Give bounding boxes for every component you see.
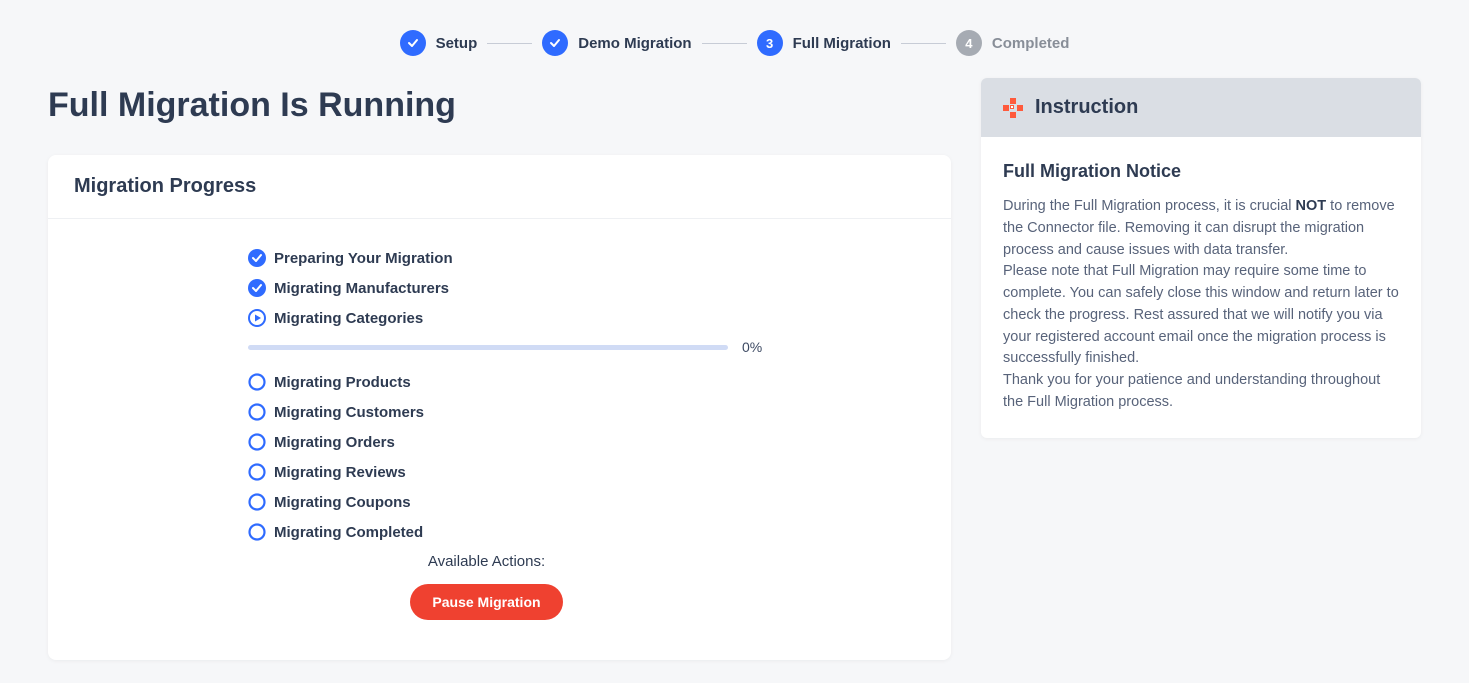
connector <box>901 43 946 44</box>
circle-outline-icon <box>248 523 266 541</box>
task-orders: Migrating Orders <box>248 433 925 451</box>
progress-percent: 0% <box>742 339 762 355</box>
step-number-icon: 4 <box>956 30 982 56</box>
instruction-p2: Please note that Full Migration may requ… <box>1003 263 1399 366</box>
task-label: Migrating Reviews <box>274 464 406 481</box>
step-label: Full Migration <box>793 35 891 52</box>
play-circle-icon <box>248 309 266 327</box>
sidebar: Instruction Full Migration Notice During… <box>981 76 1421 438</box>
progress-track <box>248 345 728 350</box>
task-label: Migrating Categories <box>274 310 423 327</box>
step-setup[interactable]: Setup <box>400 30 478 56</box>
pause-migration-button[interactable]: Pause Migration <box>410 584 562 620</box>
task-label: Migrating Products <box>274 374 411 391</box>
instruction-subheading: Full Migration Notice <box>1003 161 1399 182</box>
instruction-p1a: During the Full Migration process, it is… <box>1003 198 1296 214</box>
check-icon <box>400 30 426 56</box>
instruction-text: During the Full Migration process, it is… <box>1003 196 1399 414</box>
instruction-p3: Thank you for your patience and understa… <box>1003 372 1380 410</box>
circle-outline-icon <box>248 463 266 481</box>
task-label: Migrating Orders <box>274 434 395 451</box>
connector <box>487 43 532 44</box>
task-preparing: Preparing Your Migration <box>248 249 925 267</box>
step-label: Setup <box>436 35 478 52</box>
instruction-header: Instruction <box>981 78 1421 137</box>
instruction-not: NOT <box>1296 198 1327 214</box>
task-label: Migrating Manufacturers <box>274 280 449 297</box>
task-label: Preparing Your Migration <box>274 250 453 267</box>
migration-progress-card: Migration Progress Preparing Your Migrat… <box>48 155 951 660</box>
circle-outline-icon <box>248 433 266 451</box>
check-filled-icon <box>248 279 266 297</box>
card-title: Migration Progress <box>48 155 951 219</box>
connector <box>702 43 747 44</box>
available-actions: Available Actions: Pause Migration <box>248 553 925 620</box>
actions-label: Available Actions: <box>248 553 725 570</box>
task-products: Migrating Products <box>248 373 925 391</box>
step-label: Demo Migration <box>578 35 691 52</box>
task-label: Migrating Customers <box>274 404 424 421</box>
progress-body: Preparing Your Migration Migrating Manuf… <box>48 219 951 660</box>
circle-outline-icon <box>248 403 266 421</box>
check-filled-icon <box>248 249 266 267</box>
instruction-body: Full Migration Notice During the Full Mi… <box>981 137 1421 438</box>
task-categories: Migrating Categories <box>248 309 925 327</box>
circle-outline-icon <box>248 373 266 391</box>
task-reviews: Migrating Reviews <box>248 463 925 481</box>
circle-outline-icon <box>248 493 266 511</box>
instruction-icon <box>1003 98 1023 118</box>
task-label: Migrating Coupons <box>274 494 411 511</box>
step-number-icon: 3 <box>757 30 783 56</box>
step-label: Completed <box>992 35 1070 52</box>
check-icon <box>542 30 568 56</box>
main-column: Full Migration Is Running Migration Prog… <box>48 76 951 660</box>
page-title: Full Migration Is Running <box>48 86 951 125</box>
task-completed: Migrating Completed <box>248 523 925 541</box>
step-full-migration[interactable]: 3 Full Migration <box>757 30 891 56</box>
instruction-title: Instruction <box>1035 96 1138 119</box>
step-demo-migration[interactable]: Demo Migration <box>542 30 691 56</box>
task-manufacturers: Migrating Manufacturers <box>248 279 925 297</box>
task-label: Migrating Completed <box>274 524 423 541</box>
task-customers: Migrating Customers <box>248 403 925 421</box>
stepper: Setup Demo Migration 3 Full Migration 4 … <box>0 0 1469 76</box>
instruction-card: Instruction Full Migration Notice During… <box>981 78 1421 438</box>
step-completed: 4 Completed <box>956 30 1070 56</box>
task-coupons: Migrating Coupons <box>248 493 925 511</box>
progress-bar: 0% <box>248 339 925 355</box>
